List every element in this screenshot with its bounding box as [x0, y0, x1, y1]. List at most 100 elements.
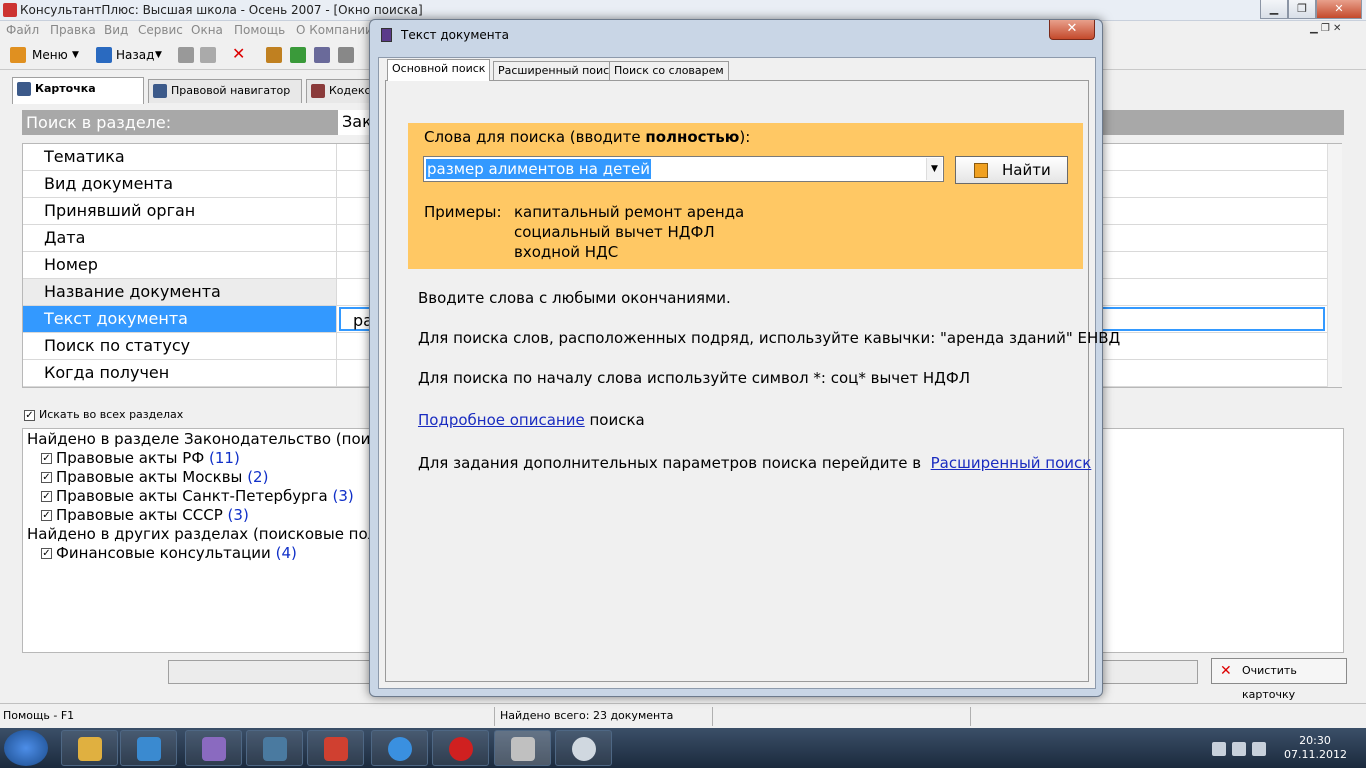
example-item: капитальный ремонт аренда	[514, 203, 745, 221]
tab-legal-navigator[interactable]: Правовой навигатор	[148, 79, 302, 103]
export-icon[interactable]	[290, 47, 306, 63]
taskbar-kmplayer[interactable]	[246, 730, 303, 766]
taskbar-window-switch[interactable]	[555, 730, 612, 766]
tab-codes[interactable]: Кодексы	[306, 79, 379, 103]
tab-label: Правовой навигатор	[171, 84, 291, 97]
hint-star: Для поиска по началу слова используйте с…	[418, 369, 971, 387]
advanced-search-link[interactable]: Расширенный поиск	[931, 454, 1092, 472]
hint-advanced: Для задания дополнительных параметров по…	[418, 454, 1091, 472]
result-item[interactable]: ✓ Правовые акты Санкт-Петербурга (3)	[41, 487, 354, 505]
field-label: Текст документа	[23, 306, 337, 332]
font-icon[interactable]	[338, 47, 354, 63]
status-found: Найдено всего: 23 документа	[500, 709, 674, 722]
taskbar-paint[interactable]	[185, 730, 242, 766]
checkbox-checked-icon[interactable]: ✓	[41, 510, 52, 521]
menu-file[interactable]: Файл	[6, 23, 39, 37]
result-count[interactable]: (2)	[247, 468, 268, 486]
tab-basic-search[interactable]: Основной поиск	[387, 59, 491, 81]
results-header-legislation: Найдено в разделе Законодательство (поис…	[27, 430, 427, 448]
start-button[interactable]	[4, 730, 48, 766]
tray-arrow-icon[interactable]	[1212, 742, 1226, 756]
checkbox-checked-icon[interactable]: ✓	[41, 453, 52, 464]
result-item[interactable]: ✓ Правовые акты РФ (11)	[41, 449, 240, 467]
menu-service[interactable]: Сервис	[138, 23, 183, 37]
taskbar-media-player[interactable]	[120, 730, 177, 766]
menu-company[interactable]: О Компании	[296, 23, 373, 37]
menu-help[interactable]: Помощь	[234, 23, 285, 37]
copy-icon[interactable]	[178, 47, 194, 63]
search-card-icon	[17, 82, 31, 96]
taskbar-opera[interactable]	[432, 730, 489, 766]
details-suffix: поиска	[589, 411, 645, 429]
tray-time: 20:30	[1299, 734, 1331, 747]
details-link[interactable]: Подробное описание	[418, 411, 585, 429]
result-item[interactable]: ✓ Правовые акты СССР (3)	[41, 506, 249, 524]
tray-network-icon[interactable]	[1232, 742, 1246, 756]
result-count[interactable]: (4)	[276, 544, 297, 562]
result-item[interactable]: ✓ Правовые акты Москвы (2)	[41, 468, 268, 486]
field-label: Номер	[23, 252, 337, 278]
hint-endings: Вводите слова с любыми окончаниями.	[418, 289, 731, 307]
status-help: Помощь - F1	[3, 709, 75, 722]
search-query-text[interactable]: размер алиментов на детей	[426, 159, 652, 179]
taskbar-explorer[interactable]	[61, 730, 118, 766]
result-count[interactable]: (3)	[332, 487, 353, 505]
kmp-icon	[263, 737, 287, 761]
dialog-close-button[interactable]: ✕	[1049, 20, 1095, 40]
chevron-down-icon[interactable]: ▼	[926, 158, 942, 180]
checkbox-checked-icon[interactable]: ✓	[24, 409, 35, 421]
result-count[interactable]: (3)	[228, 506, 249, 524]
back-button[interactable]: Назад	[112, 44, 158, 66]
result-item[interactable]: ✓ Финансовые консультации (4)	[41, 544, 297, 562]
search-query-input[interactable]: размер алиментов на детей ▼	[423, 156, 944, 182]
statusbar: Помощь - F1 Найдено всего: 23 документа	[0, 703, 1366, 728]
checkbox-checked-icon[interactable]: ✓	[41, 548, 52, 559]
field-label: Вид документа	[23, 171, 337, 197]
ie-icon	[388, 737, 412, 761]
search-all-sections[interactable]: ✓ Искать во всех разделах	[24, 408, 183, 421]
fields-scrollbar[interactable]	[1327, 144, 1342, 387]
menu-button[interactable]: Меню	[28, 44, 72, 66]
document-icon[interactable]	[266, 47, 282, 63]
checkbox-checked-icon[interactable]: ✓	[41, 472, 52, 483]
app-title: КонсультантПлюс: Высшая школа - Осень 20…	[20, 3, 423, 17]
search-all-label: Искать во всех разделах	[39, 408, 184, 421]
clear-card-button[interactable]: ✕ Очистить карточку	[1211, 658, 1347, 701]
checkbox-checked-icon[interactable]: ✓	[41, 491, 52, 502]
doc-text-dialog: Текст документа ✕ Слова для поиска (ввод…	[369, 19, 1120, 697]
label-suffix: ):	[739, 128, 751, 146]
field-label: Поиск по статусу	[23, 333, 337, 359]
field-label: Когда получен	[23, 360, 337, 386]
field-label: Принявший орган	[23, 198, 337, 224]
menu-dropdown-icon[interactable]: ▼	[72, 50, 79, 60]
example-item: социальный вычет НДФЛ	[514, 223, 715, 241]
results-header-other: Найдено в других разделах (поисковые пол…	[27, 525, 411, 543]
app-titlebar: КонсультантПлюс: Высшая школа - Осень 20…	[0, 0, 1366, 21]
result-count[interactable]: (11)	[209, 449, 240, 467]
codes-icon	[311, 84, 325, 98]
result-label: Правовые акты РФ	[56, 449, 205, 467]
app-close-button[interactable]: ✕	[1316, 0, 1362, 19]
find-button[interactable]: Найти	[955, 156, 1068, 184]
menu-edit[interactable]: Правка	[50, 23, 96, 37]
dialog-body: Слова для поиска (вводите полностью): ра…	[378, 57, 1120, 689]
minimize-button[interactable]: ▁	[1260, 0, 1288, 19]
print-icon[interactable]	[314, 47, 330, 63]
maximize-button[interactable]: ❐	[1288, 0, 1316, 19]
tray-volume-icon[interactable]	[1252, 742, 1266, 756]
folder-icon	[78, 737, 102, 761]
taskbar-consultant[interactable]	[494, 730, 551, 766]
tab-search-card[interactable]: Карточка поиска	[12, 77, 144, 117]
mdi-window-controls[interactable]: ▁ ❐ ✕	[1310, 23, 1341, 34]
tab-advanced-search[interactable]: Расширенный поиск	[493, 61, 621, 80]
field-label: Дата	[23, 225, 337, 251]
menu-windows[interactable]: Окна	[191, 23, 223, 37]
paste-icon[interactable]	[200, 47, 216, 63]
taskbar-app[interactable]	[307, 730, 364, 766]
back-dropdown-icon[interactable]: ▼	[155, 50, 162, 60]
delete-icon[interactable]: ✕	[232, 44, 248, 63]
tray-clock[interactable]: 20:30 07.11.2012	[1284, 734, 1347, 762]
taskbar-ie[interactable]	[371, 730, 428, 766]
menu-view[interactable]: Вид	[104, 23, 128, 37]
tab-dictionary-search[interactable]: Поиск со словарем	[609, 61, 729, 80]
